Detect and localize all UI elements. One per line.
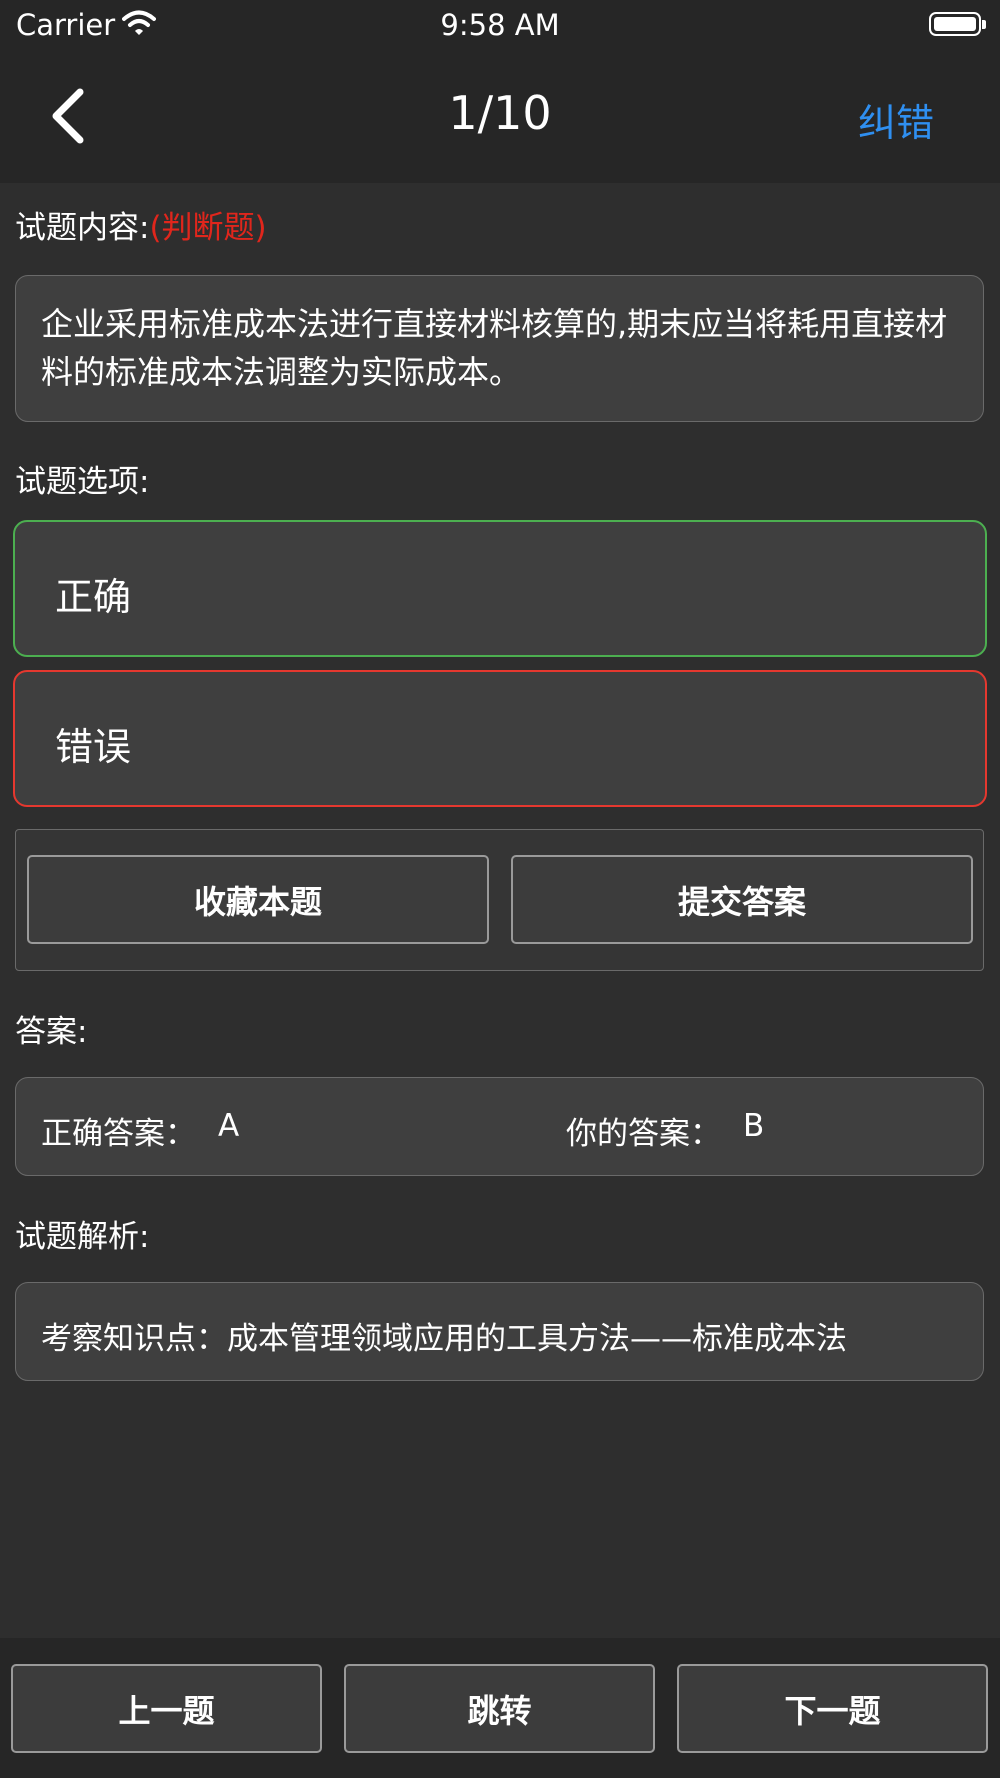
question-type-tag: (判断题) (149, 210, 267, 246)
status-time: 9:58 AM (440, 8, 560, 42)
status-bar: Carrier 9:58 AM (0, 0, 1000, 50)
bottom-nav-bar: 上一题 跳转 下一题 (0, 1638, 1000, 1778)
your-answer-label: 你的答案： (566, 1116, 721, 1152)
report-error-button[interactable]: 纠错 (858, 92, 934, 147)
analysis-section-label: 试题解析: (15, 1219, 150, 1255)
option-true[interactable]: 正确 (13, 520, 987, 657)
previous-question-button[interactable]: 上一题 (11, 1664, 322, 1753)
question-text: 企业采用标准成本法进行直接材料核算的,期末应当将耗用直接材料的标准成本法调整为实… (41, 305, 948, 391)
submit-answer-button[interactable]: 提交答案 (511, 855, 973, 944)
battery-icon (929, 12, 986, 36)
answer-card: 正确答案： A 你的答案： B (15, 1077, 984, 1176)
correct-answer-label: 正确答案： (41, 1116, 196, 1152)
question-label: 试题内容: (15, 210, 150, 246)
question-section-label: 试题内容:(判断题) (15, 202, 267, 247)
next-question-button[interactable]: 下一题 (677, 1664, 988, 1753)
option-label: 正确 (55, 575, 132, 619)
your-answer-value: B (743, 1108, 765, 1144)
option-label: 错误 (55, 725, 132, 769)
action-panel: 收藏本题 提交答案 (15, 829, 984, 971)
nav-bar: 1/10 纠错 (0, 50, 1000, 183)
analysis-card: 考察知识点：成本管理领域应用的工具方法——标准成本法 (15, 1282, 984, 1381)
options-section-label: 试题选项: (15, 464, 150, 500)
favorite-button[interactable]: 收藏本题 (27, 855, 489, 944)
analysis-text: 考察知识点：成本管理领域应用的工具方法——标准成本法 (41, 1321, 847, 1357)
correct-answer-value: A (218, 1108, 240, 1144)
option-false[interactable]: 错误 (13, 670, 987, 807)
page-title: 1/10 (448, 86, 552, 140)
answer-section-label: 答案: (15, 1014, 88, 1050)
jump-button[interactable]: 跳转 (344, 1664, 655, 1753)
question-card: 企业采用标准成本法进行直接材料核算的,期末应当将耗用直接材料的标准成本法调整为实… (15, 275, 984, 422)
